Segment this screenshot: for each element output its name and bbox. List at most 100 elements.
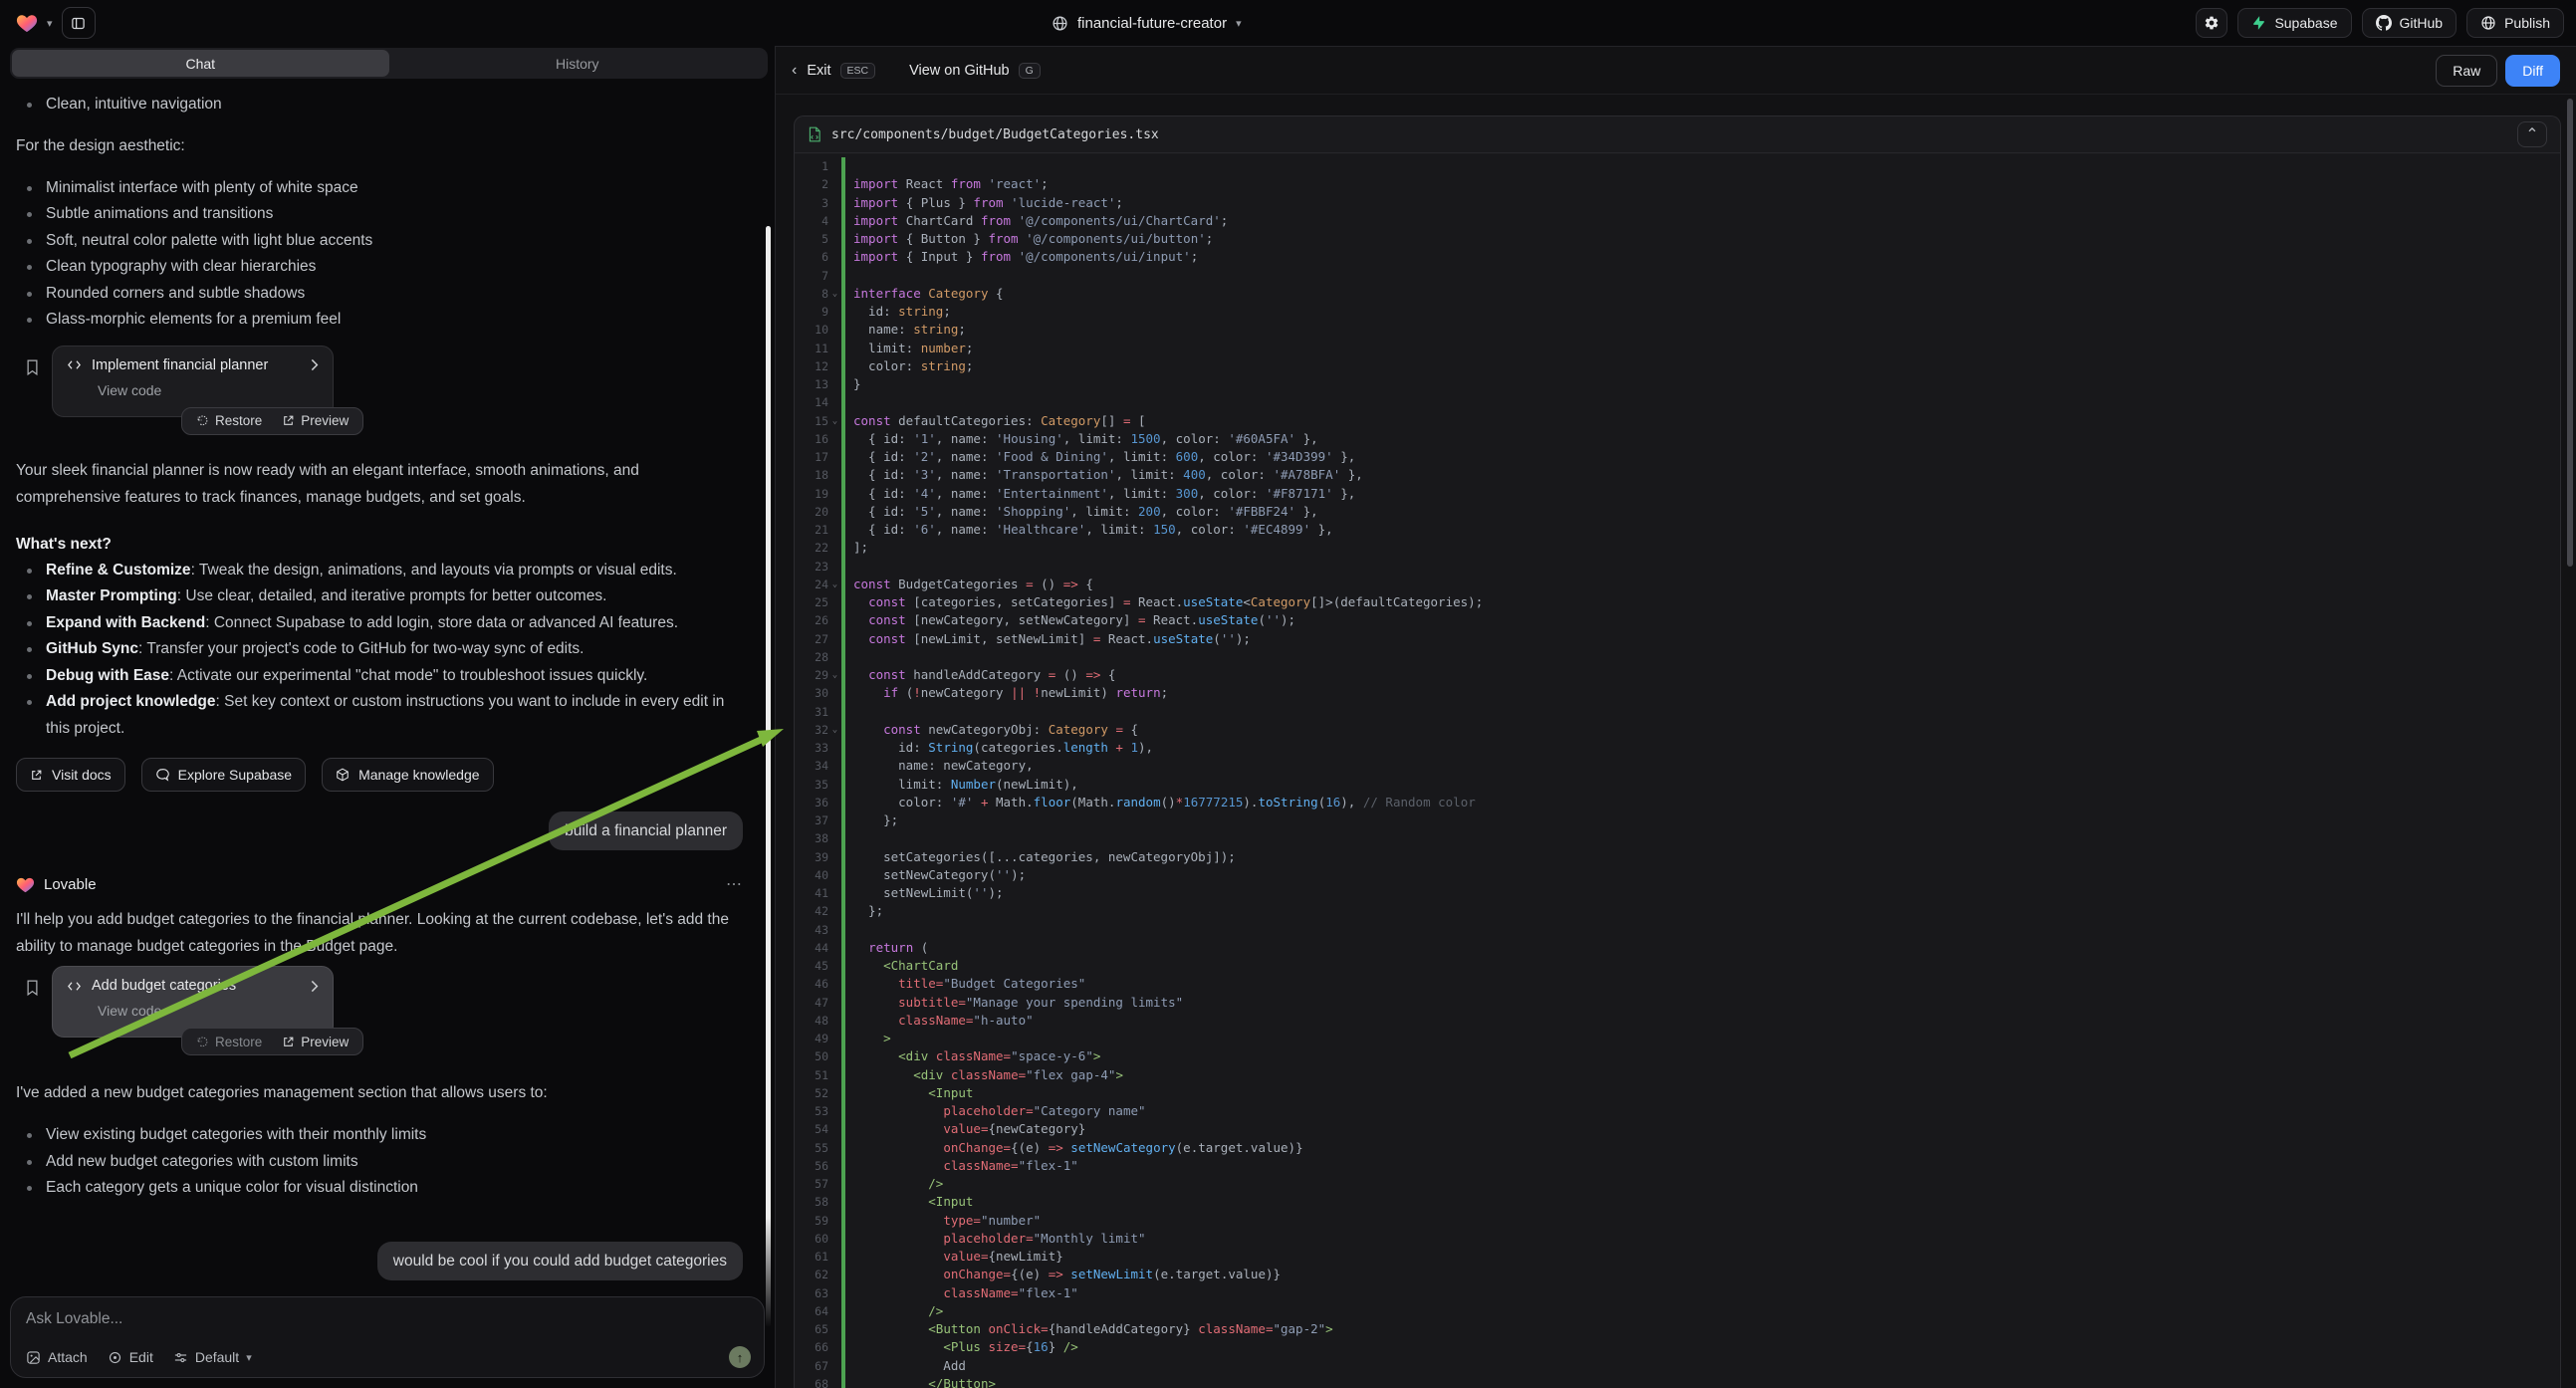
list-item: Subtle animations and transitions bbox=[16, 201, 743, 228]
line-number: 18 bbox=[795, 466, 828, 484]
view-on-github-button[interactable]: View on GitHub G bbox=[909, 63, 1041, 79]
fold-chevron-icon[interactable]: ⌄ bbox=[828, 721, 841, 739]
code-text: className="h-auto" bbox=[845, 1012, 1034, 1030]
chat-panel: Chat History Clean, intuitive navigation… bbox=[0, 46, 775, 1388]
fold-chevron-icon[interactable]: ⌄ bbox=[828, 285, 841, 303]
code-text: setNewCategory(''); bbox=[845, 866, 1026, 884]
view-code-link[interactable]: View code bbox=[98, 382, 319, 398]
line-number: 20 bbox=[795, 503, 828, 521]
version-card[interactable]: Implement financial planner View code bbox=[52, 346, 334, 417]
line-number: 13 bbox=[795, 375, 828, 393]
code-line: 68 </Button> bbox=[795, 1375, 2560, 1388]
restore-button[interactable]: Restore bbox=[186, 1029, 272, 1054]
fold-chevron-icon bbox=[828, 902, 841, 920]
code-text: import { Plus } from 'lucide-react'; bbox=[845, 194, 1123, 212]
code-icon bbox=[67, 980, 82, 993]
fold-chevron-icon[interactable]: ⌄ bbox=[828, 666, 841, 684]
fold-chevron-icon bbox=[828, 611, 841, 629]
bookmark-icon[interactable] bbox=[25, 979, 40, 997]
version-card-title-row: Implement financial planner bbox=[67, 357, 319, 373]
file-header[interactable]: src/components/budget/BudgetCategories.t… bbox=[795, 116, 2560, 153]
preview-button[interactable]: Preview bbox=[272, 408, 358, 434]
line-number: 2 bbox=[795, 175, 828, 193]
code-text: import { Button } from '@/components/ui/… bbox=[845, 230, 1213, 248]
chip-manage-knowledge[interactable]: Manage knowledge bbox=[322, 758, 493, 792]
line-number: 11 bbox=[795, 340, 828, 357]
settings-button[interactable] bbox=[2196, 8, 2227, 38]
code-scrollbar[interactable] bbox=[2567, 99, 2573, 567]
code-line: 62 onChange={(e) => setNewLimit(e.target… bbox=[795, 1266, 2560, 1283]
code-text bbox=[845, 157, 853, 175]
fold-chevron-icon bbox=[828, 248, 841, 266]
code-line: 56 className="flex-1" bbox=[795, 1157, 2560, 1175]
fold-chevron-icon bbox=[828, 539, 841, 557]
fold-chevron-icon[interactable]: ⌄ bbox=[828, 412, 841, 430]
message-menu-button[interactable]: ⋯ bbox=[726, 874, 743, 894]
preview-button[interactable]: Preview bbox=[272, 1029, 358, 1054]
view-code-link[interactable]: View code bbox=[98, 1003, 319, 1019]
g-kbd: G bbox=[1019, 63, 1041, 79]
chevron-right-icon[interactable] bbox=[310, 358, 319, 371]
chat-bubble-icon bbox=[155, 768, 169, 782]
code-line: 27 const [newLimit, setNewLimit] = React… bbox=[795, 630, 2560, 648]
mode-button[interactable]: Default ▾ bbox=[173, 1349, 252, 1365]
external-link-icon bbox=[30, 769, 43, 782]
restore-button[interactable]: Restore bbox=[186, 408, 272, 434]
code-line: 29⌄ const handleAddCategory = () => { bbox=[795, 666, 2560, 684]
fold-chevron-icon bbox=[828, 630, 841, 648]
chat-scrollbar[interactable] bbox=[766, 226, 771, 1327]
bookmark-icon[interactable] bbox=[25, 358, 40, 376]
code-text: }; bbox=[845, 811, 898, 829]
chevron-down-icon: ▾ bbox=[246, 1351, 252, 1364]
attach-button[interactable]: Attach bbox=[26, 1349, 88, 1365]
back-chevron-icon[interactable]: ‹ bbox=[792, 62, 797, 80]
fold-chevron-icon bbox=[828, 848, 841, 866]
diff-button[interactable]: Diff bbox=[2505, 55, 2560, 87]
line-number: 12 bbox=[795, 357, 828, 375]
code-line: 32⌄ const newCategoryObj: Category = { bbox=[795, 721, 2560, 739]
line-number: 40 bbox=[795, 866, 828, 884]
chip-explore-supabase[interactable]: Explore Supabase bbox=[141, 758, 306, 792]
fold-chevron-icon bbox=[828, 1066, 841, 1084]
bullet-list: Clean, intuitive navigation bbox=[16, 92, 743, 118]
target-icon bbox=[108, 1350, 122, 1365]
code-text: { id: '3', name: 'Transportation', limit… bbox=[845, 466, 1363, 484]
code-text bbox=[845, 921, 853, 939]
logo-chevron-down-icon[interactable]: ▾ bbox=[47, 17, 53, 30]
code-text: <div className="space-y-6"> bbox=[845, 1047, 1100, 1065]
code-text bbox=[845, 703, 853, 721]
github-button[interactable]: GitHub bbox=[2362, 8, 2458, 38]
fold-chevron-icon bbox=[828, 739, 841, 757]
sidebar-toggle-button[interactable] bbox=[62, 7, 96, 39]
line-number: 42 bbox=[795, 902, 828, 920]
line-number: 33 bbox=[795, 739, 828, 757]
supabase-button[interactable]: Supabase bbox=[2237, 8, 2351, 38]
collapse-button[interactable]: ⌃ bbox=[2517, 121, 2547, 147]
line-number: 64 bbox=[795, 1302, 828, 1320]
publish-button[interactable]: Publish bbox=[2466, 8, 2564, 38]
exit-button[interactable]: Exit ESC bbox=[807, 63, 875, 79]
code-text: title="Budget Categories" bbox=[845, 975, 1085, 993]
fold-chevron-icon[interactable]: ⌄ bbox=[828, 576, 841, 593]
chevron-right-icon[interactable] bbox=[310, 980, 319, 993]
code-line: 25 const [categories, setCategories] = R… bbox=[795, 593, 2560, 611]
tab-chat[interactable]: Chat bbox=[12, 50, 389, 77]
fold-chevron-icon bbox=[828, 1338, 841, 1356]
project-selector[interactable]: financial-future-creator ▾ bbox=[1052, 0, 1242, 46]
file-icon bbox=[808, 126, 821, 142]
message-heading: What's next? bbox=[16, 531, 743, 558]
edit-button[interactable]: Edit bbox=[108, 1349, 153, 1365]
chip-visit-docs[interactable]: Visit docs bbox=[16, 758, 125, 792]
raw-button[interactable]: Raw bbox=[2436, 55, 2497, 87]
fold-chevron-icon bbox=[828, 157, 841, 175]
tab-history[interactable]: History bbox=[389, 50, 767, 77]
chat-input[interactable]: Ask Lovable... Attach Edit Default ▾ ↑ bbox=[10, 1296, 765, 1378]
fold-chevron-icon bbox=[828, 975, 841, 993]
code-text: Add bbox=[845, 1357, 966, 1375]
send-button[interactable]: ↑ bbox=[729, 1346, 751, 1368]
code-text: import React from 'react'; bbox=[845, 175, 1049, 193]
lovable-heart-icon[interactable] bbox=[16, 13, 38, 33]
line-number: 55 bbox=[795, 1139, 828, 1157]
line-number: 30 bbox=[795, 684, 828, 702]
line-number: 47 bbox=[795, 994, 828, 1012]
